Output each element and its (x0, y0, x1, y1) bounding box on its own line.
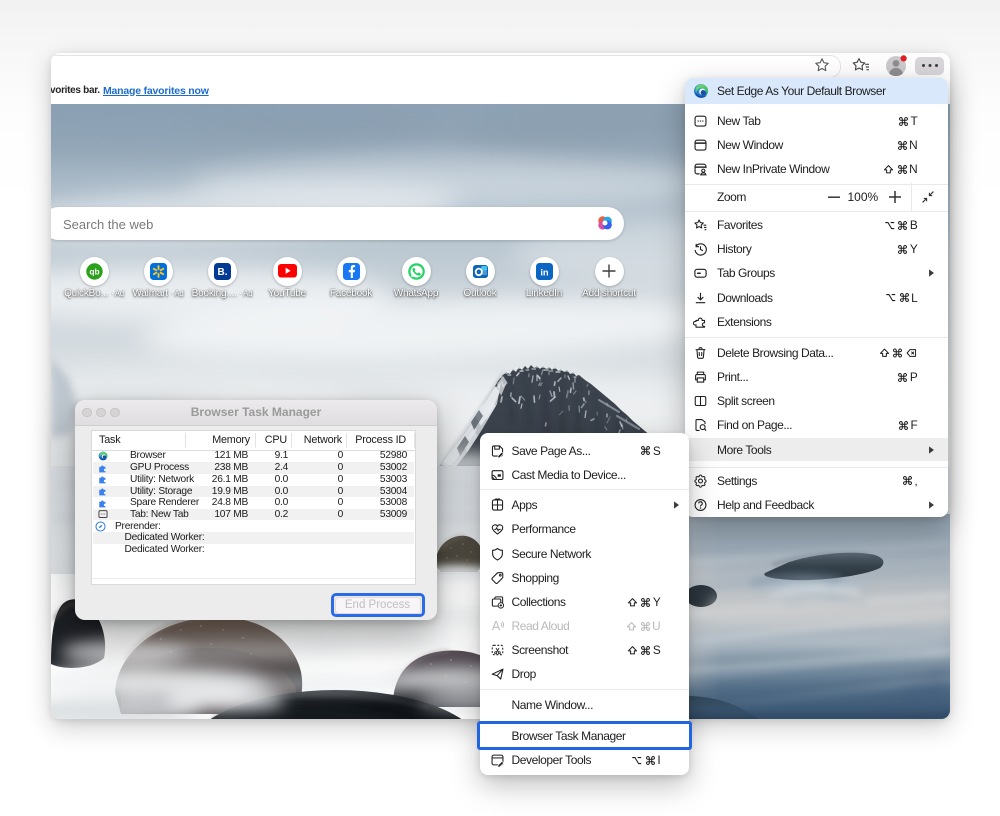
svg-text:B.: B. (217, 267, 227, 278)
svg-text:in: in (540, 266, 549, 277)
svg-text:qb: qb (89, 266, 99, 276)
